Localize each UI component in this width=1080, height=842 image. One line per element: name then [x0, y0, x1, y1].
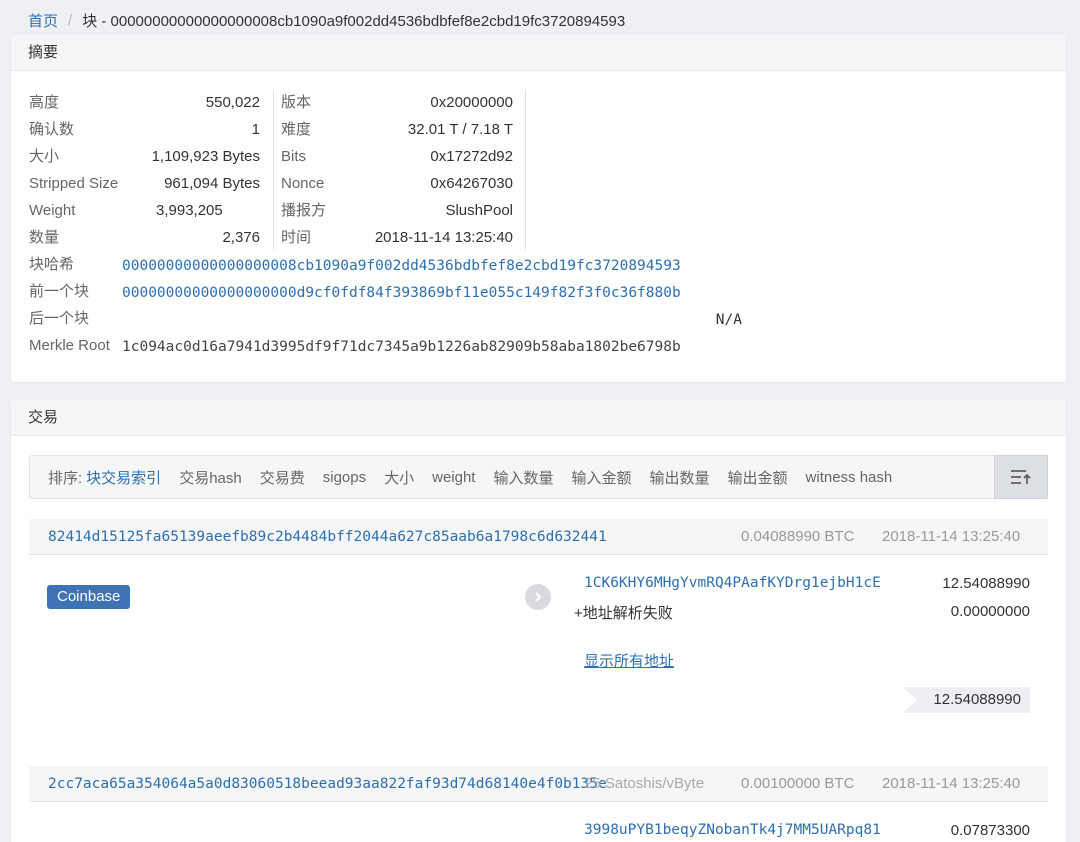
block-hash-link[interactable]: 00000000000000000008cb1090a9f002dd4536bd… — [122, 256, 742, 276]
version-label: 版本 — [281, 94, 312, 111]
tx-fee-rate: 25 Satoshis/vByte — [584, 775, 705, 792]
weight-label: Weight — [29, 202, 76, 219]
sort-direction-button[interactable] — [994, 455, 1048, 499]
sort-option-output-amount[interactable]: 输出金额 — [728, 467, 788, 488]
output-address-link[interactable]: 1CK6KHY6MHgYvmRQ4PAafKYDrg1ejbH1cE — [584, 575, 881, 591]
sort-option-size[interactable]: 大小 — [384, 467, 414, 488]
nonce-label: Nonce — [281, 175, 325, 192]
size-value: 1,109,923 Bytes — [151, 148, 260, 165]
output-value: 12.54088990 — [942, 575, 1030, 592]
stripped-size-label: Stripped Size — [29, 175, 119, 192]
tx-hash-link[interactable]: 82414d15125fa65139aeefb89c2b4484bff2044a… — [48, 519, 607, 555]
tx-header: 2cc7aca65a354064a5a0d83060518beead93aa82… — [29, 766, 1048, 802]
prev-block-label: 前一个块 — [29, 283, 90, 300]
sort-option-sigops[interactable]: sigops — [323, 469, 366, 486]
time-value: 2018-11-14 13:25:40 — [374, 229, 513, 246]
arrow-right-icon — [525, 584, 551, 610]
tx-amount: 0.04088990 BTC — [741, 528, 855, 545]
sort-option-index[interactable]: 块交易索引 — [86, 467, 161, 488]
sort-ascending-icon — [1011, 470, 1031, 484]
tx-header: 82414d15125fa65139aeefb89c2b4484bff2044a… — [29, 519, 1048, 555]
tx-count-label: 数量 — [29, 229, 60, 246]
weight-value: 3,993,205 — [156, 202, 223, 219]
bits-value: 0x17272d92 — [430, 148, 513, 165]
stripped-size-value: 961,094 Bytes — [164, 175, 260, 192]
breadcrumb: 首页 / 块 - 00000000000000000008cb1090a9f00… — [28, 10, 625, 30]
block-hash-label: 块哈希 — [29, 256, 75, 273]
height-label: 高度 — [29, 94, 60, 111]
relayed-by-label: 播报方 — [281, 202, 327, 219]
difficulty-value: 32.01 T / 7.18 T — [407, 121, 513, 138]
merkle-root-value: 1c094ac0d16a7941d3995df9f71dc7345a9b1226… — [122, 339, 681, 355]
sort-option-fee[interactable]: 交易费 — [260, 467, 305, 488]
sort-option-input-count[interactable]: 输入数量 — [493, 467, 553, 488]
breadcrumb-separator: / — [68, 11, 73, 29]
breadcrumb-current: 块 - 00000000000000000008cb1090a9f002dd45… — [82, 12, 626, 30]
next-block-value: N/A — [715, 312, 742, 328]
breadcrumb-home-link[interactable]: 首页 — [28, 10, 58, 31]
nonce-value: 0x64267030 — [430, 175, 513, 192]
bits-label: Bits — [281, 148, 307, 165]
confirmations-label: 确认数 — [29, 121, 75, 138]
relayed-by-link[interactable]: SlushPool — [360, 201, 513, 221]
size-label: 大小 — [29, 148, 60, 165]
confirmations-value: 1 — [251, 121, 260, 138]
summary-title: 摘要 — [11, 35, 1066, 71]
sort-label: 排序: — [48, 469, 83, 487]
height-value: 550,022 — [205, 94, 260, 111]
tx-amount: 0.00100000 BTC — [741, 775, 855, 792]
sort-option-weight[interactable]: weight — [432, 469, 475, 486]
show-all-addresses-link[interactable]: 显示所有地址 — [584, 650, 674, 671]
time-label: 时间 — [281, 229, 312, 246]
output-address-link[interactable]: 3998uPYB1beqyZNobanTk4j7MM5UARpq81 — [584, 822, 881, 838]
output-value: 0.00000000 — [950, 603, 1030, 620]
output-address-unparsed: +地址解析失败 — [574, 605, 673, 622]
coinbase-badge: Coinbase — [47, 585, 131, 609]
sort-option-hash[interactable]: 交易hash — [179, 467, 242, 488]
transactions-title: 交易 — [11, 400, 1066, 436]
output-value: 0.07873300 — [950, 822, 1030, 839]
prev-block-link[interactable]: 00000000000000000000d9cf0fdf84f393869bf1… — [122, 283, 742, 303]
sort-option-input-amount[interactable]: 输入金额 — [571, 467, 631, 488]
merkle-root-label: Merkle Root — [29, 337, 110, 354]
tx-time: 2018-11-14 13:25:40 — [882, 775, 1021, 792]
version-value: 0x20000000 — [430, 94, 513, 111]
difficulty-label: 难度 — [281, 121, 312, 138]
next-block-label: 后一个块 — [29, 310, 90, 327]
tx-time: 2018-11-14 13:25:40 — [882, 528, 1021, 545]
sort-option-output-count[interactable]: 输出数量 — [650, 467, 710, 488]
tx-total-output: 12.54088990 — [903, 687, 1030, 713]
column-divider — [273, 90, 274, 250]
sort-option-witness-hash[interactable]: witness hash — [806, 469, 893, 486]
column-divider — [525, 90, 526, 250]
sort-bar: 排序: 块交易索引 交易hash 交易费 sigops 大小 weight 输入… — [29, 455, 1048, 499]
tx-count-value: 2,376 — [222, 229, 260, 246]
